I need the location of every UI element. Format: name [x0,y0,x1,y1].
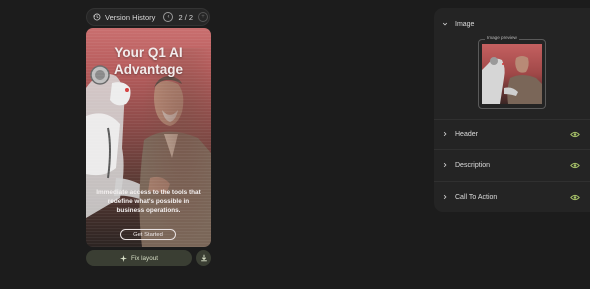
chevron-right-icon [443,162,447,168]
image-preview-label: Image preview [485,35,519,40]
image-preview-thumbnail [482,44,542,104]
fix-layout-label: Fix layout [131,254,158,262]
section-row-call-to-action[interactable]: Call To Action [434,191,590,203]
chevron-left-icon: ‹ [167,14,170,20]
image-preview[interactable]: Image preview [478,35,546,109]
chevron-right-icon [443,194,447,200]
get-started-button[interactable]: Get Started [120,229,176,240]
version-history-label: Version History [105,12,156,22]
ad-preview-card[interactable]: Your Q1 AI Advantage Immediate access to… [86,28,211,247]
version-counter: 2 / 2 [178,12,194,22]
eye-icon[interactable] [570,162,580,169]
chevron-down-icon [442,22,448,26]
plus-icon: + [201,14,205,20]
previous-version-button[interactable]: ‹ [163,12,174,22]
history-icon [93,13,101,21]
image-section-title: Image [455,20,475,28]
preview-description: Immediate access to the tools that redef… [96,189,201,214]
section-row-header[interactable]: Header [434,128,590,140]
preview-headline: Your Q1 AI Advantage [113,45,184,77]
download-button[interactable] [196,250,211,266]
version-history-button[interactable]: Version History [93,13,155,22]
properties-panel: Image Image preview Header Description C… [434,8,590,212]
eye-icon[interactable] [570,131,580,138]
sparkle-icon [120,254,128,262]
chevron-right-icon [443,131,447,137]
next-version-button[interactable]: + [198,12,209,22]
section-label-header: Header [455,130,478,138]
section-label-call-to-action: Call To Action [455,193,498,201]
download-icon [200,254,207,262]
section-row-description[interactable]: Description [434,159,590,171]
eye-icon[interactable] [570,194,580,201]
image-section-header[interactable]: Image [434,18,590,30]
version-history-bar: Version History ‹ 2 / 2 + [86,8,210,26]
section-label-description: Description [455,161,491,169]
fix-layout-button[interactable]: Fix layout [86,250,192,266]
